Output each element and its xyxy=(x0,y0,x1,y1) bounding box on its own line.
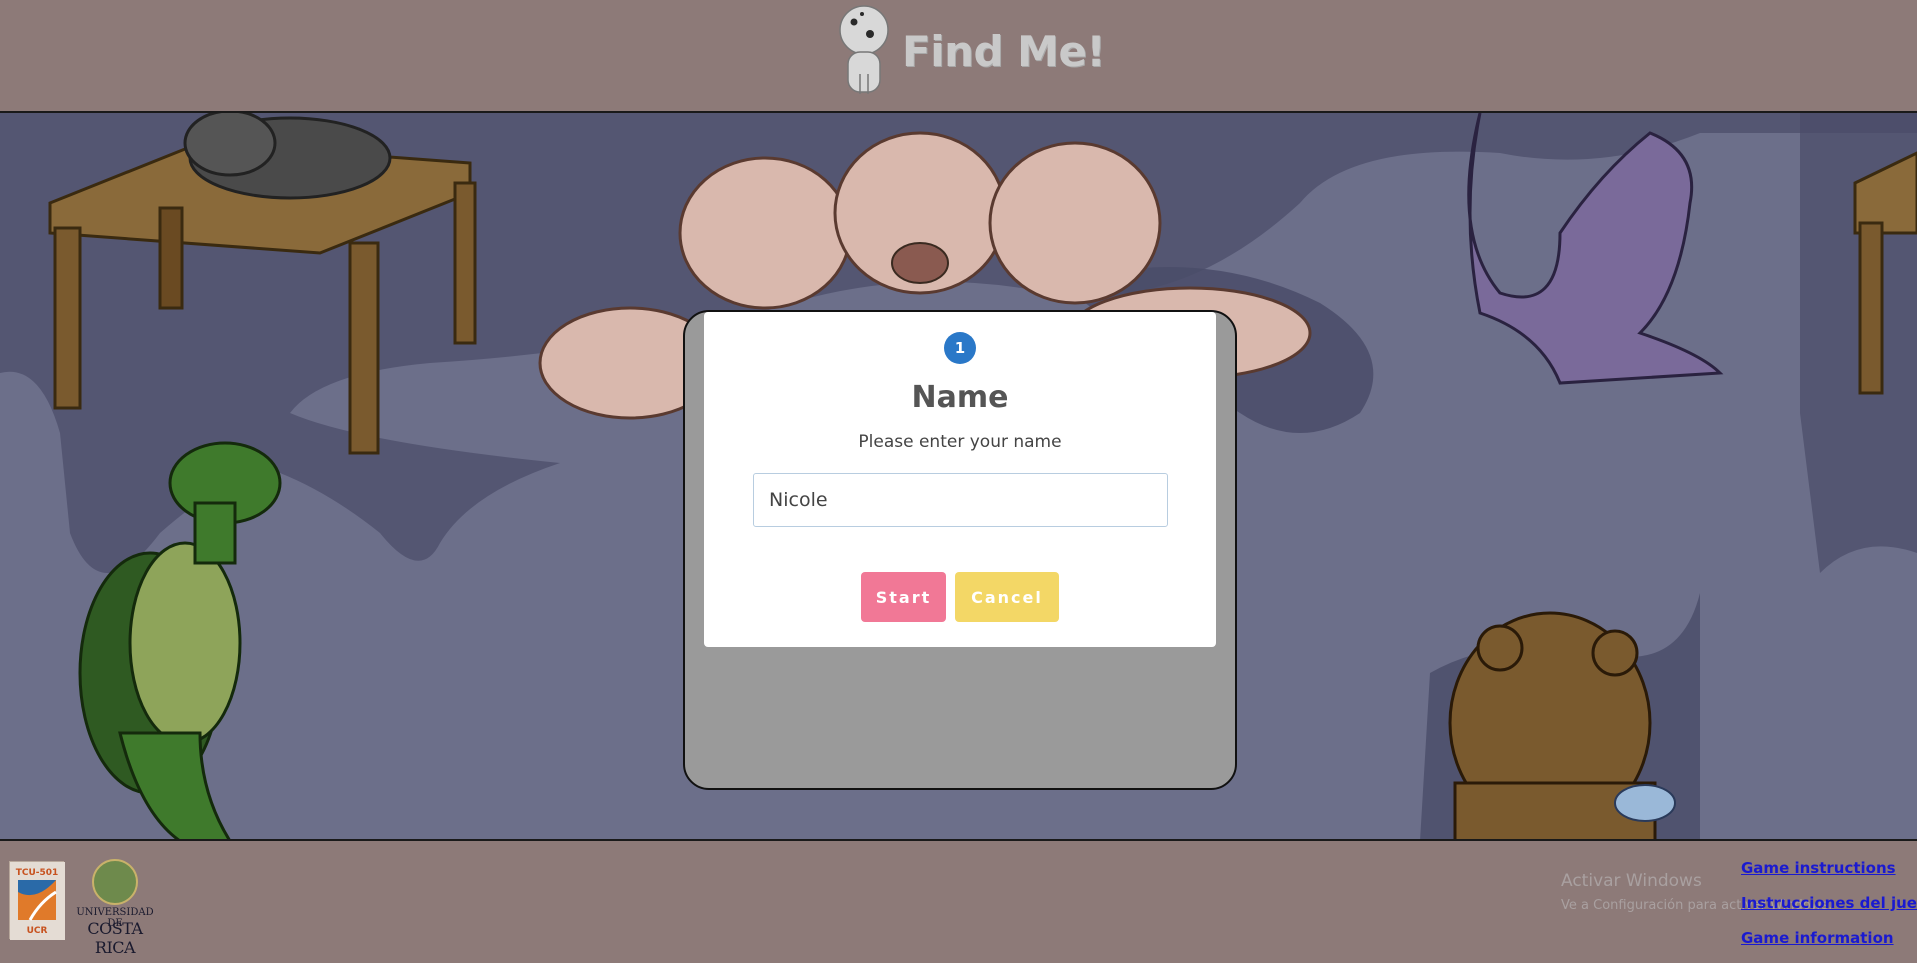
tcu-logo: TCU-501 UCR xyxy=(9,861,65,940)
footer: TCU-501 UCR UNIVERSIDAD DE COSTA RICA Ac… xyxy=(0,843,1917,963)
link-instrucciones-del-juego[interactable]: Instrucciones del juego xyxy=(1741,894,1917,912)
start-button[interactable]: Start xyxy=(861,572,946,622)
ucr-logo: UNIVERSIDAD DE COSTA RICA xyxy=(68,859,162,957)
footer-links: Game instructions Instrucciones del jue g… xyxy=(1741,859,1917,963)
svg-text:UCR: UCR xyxy=(27,926,48,936)
step-badge: 1 xyxy=(944,332,976,364)
name-dialog: 1 Name Please enter your name Start Canc… xyxy=(704,312,1216,647)
bear-illustration xyxy=(1448,611,1676,839)
dialog-title: Name xyxy=(911,380,1009,415)
name-input[interactable] xyxy=(753,473,1168,527)
link-game-information[interactable]: Game information xyxy=(1741,929,1917,947)
cancel-button[interactable]: Cancel xyxy=(955,572,1059,622)
link-game-instructions[interactable]: Game instructions xyxy=(1741,859,1917,877)
dialog-subtitle: Please enter your name xyxy=(858,432,1062,452)
app-logo: Find Me! xyxy=(836,4,1106,98)
app-title: Find Me! xyxy=(902,26,1106,76)
kodama-spirit-icon xyxy=(839,5,889,94)
ucr-logo-line2: COSTA RICA xyxy=(87,919,143,957)
windows-activation-title: Activar Windows xyxy=(1561,871,1702,891)
svg-text:TCU-501: TCU-501 xyxy=(16,868,59,878)
header: Find Me! xyxy=(0,0,1917,113)
ucr-seal-icon xyxy=(92,859,138,905)
